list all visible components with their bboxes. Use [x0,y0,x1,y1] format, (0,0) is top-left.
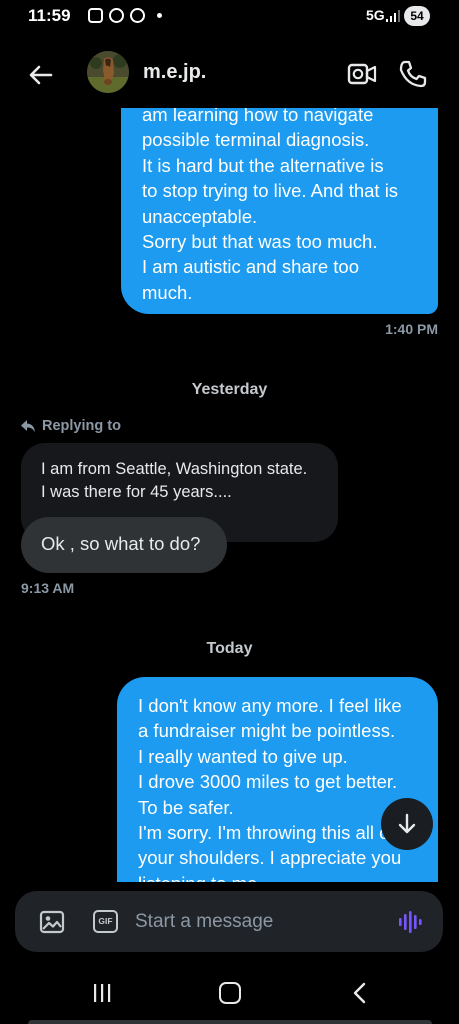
message-timestamp: 9:13 AM [21,580,75,596]
message-line: listening to me. [138,871,424,882]
system-navigation-bar [0,965,459,1024]
message-line: possible terminal diagnosis. [142,129,370,151]
voice-message-button[interactable] [397,909,423,935]
back-button[interactable] [26,60,56,90]
phone-icon [399,60,427,88]
video-call-button[interactable] [346,60,378,88]
day-divider: Today [206,640,253,657]
image-icon [39,910,65,934]
notification-icons [88,8,162,23]
messenger-notification-icon [109,8,124,23]
voice-waveform-icon [399,911,422,933]
recent-apps-icon [94,984,111,1002]
outgoing-message-bubble[interactable]: am learning how to navigate possible ter… [121,108,438,314]
message-line: I drove 3000 miles to get better. [138,771,398,793]
scroll-to-bottom-button[interactable] [381,798,433,850]
message-line: I don't know any more. I feel like [138,695,402,716]
message-line: Sorry but that was too much. [142,231,378,253]
message-composer: GIF [15,891,443,952]
messenger-notification-icon [130,8,145,23]
message-line: am learning how to navigate [142,108,374,125]
chevron-left-icon [353,982,366,1004]
message-line: a fundraiser might be pointless. [138,720,396,742]
home-button[interactable] [219,982,241,1004]
outgoing-message-bubble[interactable]: I don't know any more. I feel like a fun… [117,677,438,882]
arrow-left-icon [29,65,53,85]
incoming-message-bubble[interactable]: Ok , so what to do? [21,517,227,573]
recent-apps-button[interactable] [92,983,112,1003]
status-time: 11:59 [28,6,71,25]
voice-call-button[interactable] [397,58,429,90]
message-timestamp: 1:40 PM [385,321,438,337]
horse-avatar-image [87,51,129,93]
message-line: your shoulders. I appreciate you [138,847,402,869]
status-bar: 11:59 5G 54 [0,0,459,34]
screenshot-notification-icon [88,8,103,23]
quoted-line: I am from Seattle, Washington state. [41,460,308,478]
reply-arrow-icon [21,420,35,432]
message-line: It is hard but the alternative is [142,154,384,176]
message-line: to stop trying to live. And that is [142,180,399,202]
quoted-line: I was there for 45 years.... [41,482,232,501]
replying-to-label: Replying to [20,418,121,434]
message-line: much. [142,281,193,303]
more-notifications-dot-icon [157,13,162,18]
message-input[interactable] [135,906,385,938]
add-image-button[interactable] [39,910,65,934]
signal-strength-icon [386,10,400,22]
contact-name[interactable]: m.e.jp. [143,61,206,84]
message-line: unacceptable. [142,205,258,227]
avatar[interactable] [87,51,129,93]
message-line: I am autistic and share too [142,256,359,278]
system-back-button[interactable] [350,982,370,1004]
replying-to-text: Replying to [42,418,121,434]
message-list[interactable]: am learning how to navigate possible ter… [0,108,459,882]
conversation-header: m.e.jp. [0,44,459,104]
network-type: 5G [366,7,385,23]
gesture-handle [28,1020,432,1024]
video-camera-icon [347,63,377,85]
arrow-down-icon [398,813,416,834]
message-line: I really wanted to give up. [138,745,348,767]
gif-button[interactable]: GIF [93,910,118,933]
day-divider: Yesterday [191,381,268,398]
battery-level: 54 [404,6,430,26]
